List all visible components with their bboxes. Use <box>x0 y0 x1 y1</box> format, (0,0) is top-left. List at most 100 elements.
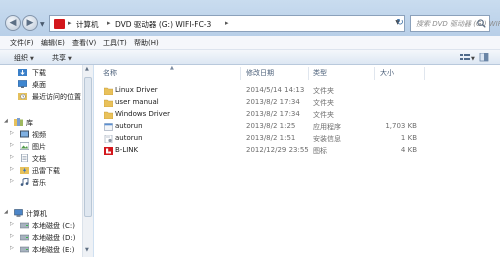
nav-item-desktop[interactable]: 桌面 <box>0 79 92 90</box>
nav-item-disk-c[interactable]: ▷ 本地磁盘 (C:) <box>0 220 92 231</box>
nav-label: 音乐 <box>32 179 46 187</box>
share-label: 共享 <box>52 54 66 62</box>
nav-item-disk-e[interactable]: ▷ 本地磁盘 (E:) <box>0 244 92 255</box>
share-button[interactable]: 共享 ▼ <box>52 53 72 63</box>
breadcrumb-computer[interactable]: 计算机 <box>76 19 99 30</box>
watermark: 百科全说 助你轻松解决 <box>362 182 490 244</box>
file-type: 文件夹 <box>313 111 334 119</box>
column-divider[interactable] <box>374 67 375 80</box>
file-row[interactable]: autorun 2013/8/2 1:51 安装信息 1 KB <box>94 133 434 145</box>
scroll-down-icon[interactable]: ▼ <box>85 247 89 253</box>
file-date: 2013/8/2 1:51 <box>246 134 296 142</box>
menu-file[interactable]: 文件(F) <box>10 38 34 48</box>
expand-arrow-icon[interactable]: ▷ <box>10 221 14 227</box>
breadcrumb-dvd-drive[interactable]: DVD 驱动器 (G:) WIFI-FC-3 <box>115 19 211 30</box>
setup-info-icon <box>104 135 113 143</box>
nav-item-libraries[interactable]: ◢ 库 <box>0 117 92 128</box>
expand-arrow-icon[interactable]: ▷ <box>10 245 14 251</box>
nav-item-computer[interactable]: ◢ 计算机 <box>0 208 92 219</box>
nav-item-recent-places[interactable]: 最近访问的位置 <box>0 91 92 102</box>
address-bar[interactable]: ▸ 计算机 ▸ DVD 驱动器 (G:) WIFI-FC-3 ▸ ▼ <box>49 15 405 32</box>
file-name: Windows Driver <box>115 110 171 118</box>
nav-item-downloads[interactable]: 下载 <box>0 67 92 78</box>
menu-bar: 文件(F) 编辑(E) 查看(V) 工具(T) 帮助(H) <box>0 36 500 50</box>
organize-label: 组织 <box>14 54 28 62</box>
menu-tools[interactable]: 工具(T) <box>103 38 127 48</box>
expand-arrow-icon[interactable]: ▷ <box>10 233 14 239</box>
folder-icon <box>104 87 113 95</box>
breadcrumb-chevron-icon[interactable]: ▸ <box>68 19 72 27</box>
back-button[interactable]: ◀ <box>5 15 21 31</box>
column-header-name[interactable]: 名称 <box>103 68 117 80</box>
breadcrumb-chevron-icon[interactable]: ▸ <box>225 19 229 27</box>
view-options-group: ▼ <box>460 52 490 64</box>
file-size: 4 KB <box>400 146 417 154</box>
menu-help[interactable]: 帮助(H) <box>134 38 159 48</box>
expand-arrow-icon[interactable]: ▷ <box>10 142 14 148</box>
file-row[interactable]: autorun 2013/8/2 1:25 应用程序 1,703 KB <box>94 121 434 133</box>
expand-arrow-icon[interactable]: ▷ <box>10 166 14 172</box>
file-row[interactable]: Windows Driver 2013/8/2 17:34 文件夹 <box>94 109 434 121</box>
column-header-date[interactable]: 修改日期 <box>246 68 274 80</box>
column-divider[interactable] <box>308 67 309 80</box>
nav-item-videos[interactable]: ▷ 视频 <box>0 129 92 140</box>
breadcrumb-chevron-icon[interactable]: ▸ <box>107 19 111 27</box>
column-divider[interactable] <box>240 67 241 80</box>
navigation-pane: 下载 桌面 最近访问的位置 ◢ 库 ▷ 视频 ▷ 图片 ▷ 文档 ▷ 迅雷下载 … <box>0 65 93 257</box>
column-header-type[interactable]: 类型 <box>313 68 327 80</box>
search-box[interactable]: 搜索 DVD 驱动器 (G:) WIFI-FC-3 <box>410 15 500 32</box>
nav-item-disk-d[interactable]: ▷ 本地磁盘 (D:) <box>0 232 92 243</box>
file-size: 1,703 KB <box>385 122 417 130</box>
nav-label: 本地磁盘 (E:) <box>32 246 75 254</box>
file-date: 2012/12/29 23:55 <box>246 146 309 154</box>
nav-label: 本地磁盘 (C:) <box>32 222 75 230</box>
scrollbar-thumb[interactable] <box>84 77 92 217</box>
nav-label: 文档 <box>32 155 46 163</box>
collapse-arrow-icon[interactable]: ◢ <box>4 209 8 215</box>
dvd-drive-icon <box>54 19 65 29</box>
forward-button[interactable]: ▶ <box>22 15 38 31</box>
refresh-button[interactable]: ↻ <box>394 15 406 32</box>
refresh-icon: ↻ <box>396 18 404 28</box>
file-row[interactable]: B-LINK 2012/12/29 23:55 图标 4 KB <box>94 145 434 157</box>
search-icon[interactable] <box>477 19 486 28</box>
nav-label: 本地磁盘 (D:) <box>32 234 76 242</box>
desktop-icon <box>18 80 27 88</box>
organize-button[interactable]: 组织 ▼ <box>14 53 34 63</box>
file-row[interactable]: Linux Driver 2014/5/14 14:13 文件夹 <box>94 85 434 97</box>
menu-edit[interactable]: 编辑(E) <box>41 38 65 48</box>
nav-item-documents[interactable]: ▷ 文档 <box>0 153 92 164</box>
file-date: 2013/8/2 17:34 <box>246 98 300 106</box>
file-row[interactable]: user manual 2013/8/2 17:34 文件夹 <box>94 97 434 109</box>
file-date: 2013/8/2 17:34 <box>246 110 300 118</box>
file-name: autorun <box>115 122 143 130</box>
view-options-icon[interactable]: ▼ <box>460 52 490 62</box>
title-bar: ◀ ▶ ▼ ▸ 计算机 ▸ DVD 驱动器 (G:) WIFI-FC-3 ▸ ▼… <box>0 0 500 36</box>
expand-arrow-icon[interactable]: ▷ <box>10 178 14 184</box>
watermark-subtitle: 助你轻松解决 <box>387 213 465 226</box>
scroll-up-icon[interactable]: ▲ <box>85 66 89 72</box>
nav-label: 视频 <box>32 131 46 139</box>
recent-pages-dropdown-icon[interactable]: ▼ <box>40 21 45 28</box>
nav-label: 迅雷下载 <box>32 167 60 175</box>
file-type: 应用程序 <box>313 123 341 131</box>
back-arrow-icon: ◀ <box>9 18 17 28</box>
local-disk-icon <box>20 234 29 241</box>
local-disk-icon <box>20 246 29 253</box>
nav-label: 计算机 <box>26 210 47 218</box>
expand-arrow-icon[interactable]: ▷ <box>10 154 14 160</box>
nav-item-thunder-download[interactable]: ▷ 迅雷下载 <box>0 165 92 176</box>
nav-scrollbar[interactable]: ▲ ▼ <box>82 65 93 257</box>
column-header-size[interactable]: 大小 <box>380 68 394 80</box>
file-type: 图标 <box>313 147 327 155</box>
menu-view[interactable]: 查看(V) <box>72 38 96 48</box>
collapse-arrow-icon[interactable]: ◢ <box>4 118 8 124</box>
nav-item-music[interactable]: ▷ 音乐 <box>0 177 92 188</box>
blink-logo-icon <box>104 147 113 155</box>
column-divider[interactable] <box>424 67 425 80</box>
music-icon <box>20 178 29 186</box>
documents-icon <box>21 154 28 162</box>
download-folder-icon <box>18 69 27 76</box>
nav-item-pictures[interactable]: ▷ 图片 <box>0 141 92 152</box>
expand-arrow-icon[interactable]: ▷ <box>10 130 14 136</box>
